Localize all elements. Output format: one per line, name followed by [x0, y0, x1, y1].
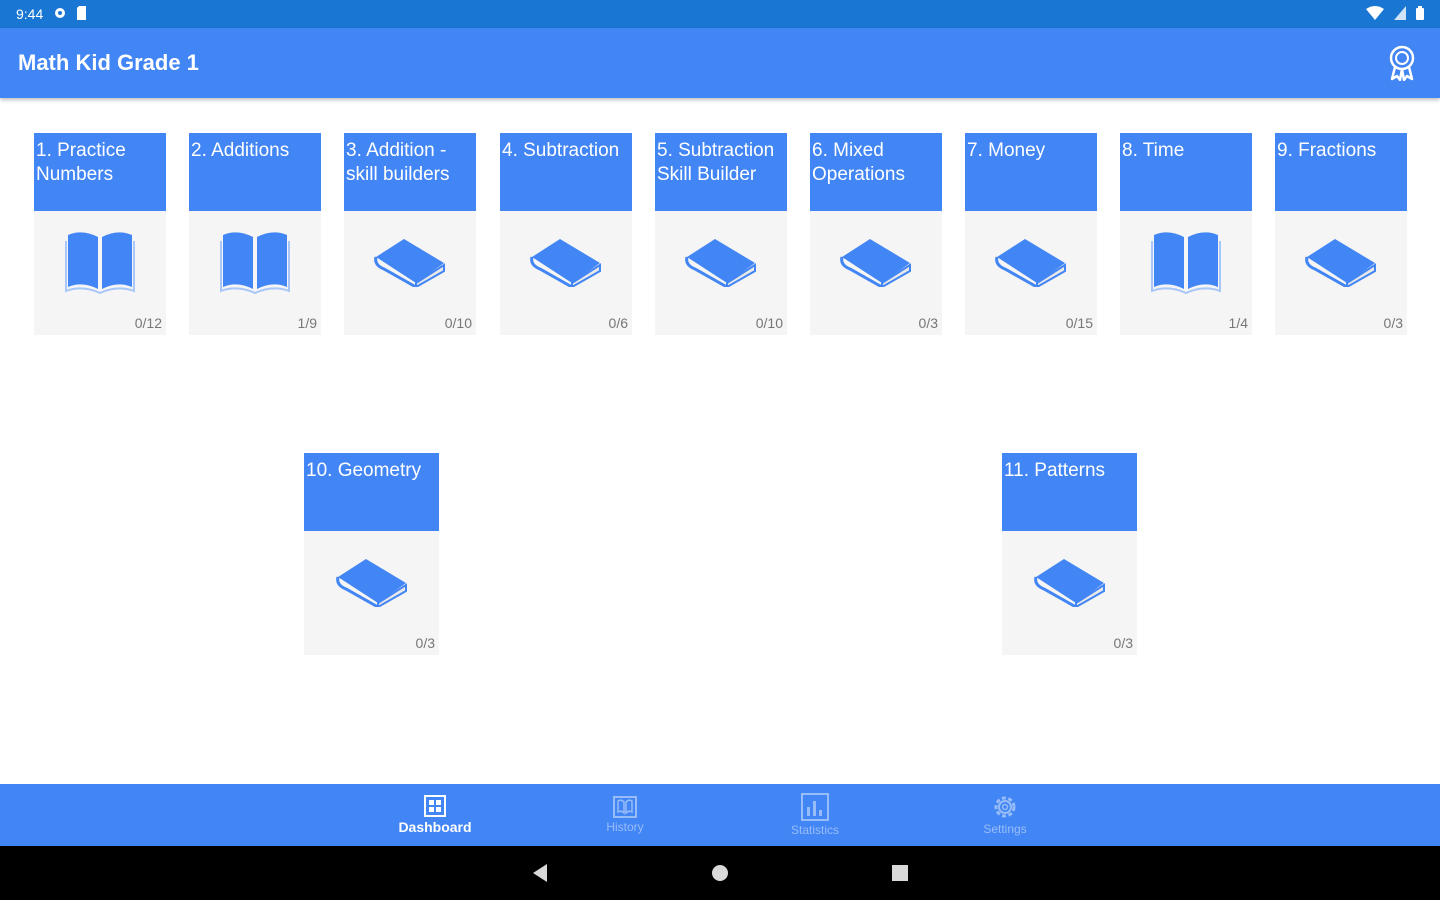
- topic-title: 11. Patterns: [1002, 453, 1137, 531]
- topic-title: 10. Geometry: [304, 453, 439, 531]
- topic-card[interactable]: 2. Additions 1/9: [189, 133, 321, 335]
- closed-book-icon: [530, 239, 601, 287]
- status-bar: 9:44: [0, 0, 1440, 28]
- award-icon: [1389, 45, 1415, 81]
- topic-progress: 1/9: [297, 315, 317, 331]
- topics-grid: 1. Practice Numbers 0/12 2. Additions 1/…: [0, 98, 1440, 784]
- topic-title: 9. Fractions: [1275, 133, 1407, 211]
- topic-title: 8. Time: [1120, 133, 1252, 211]
- open-book-icon: [220, 232, 290, 295]
- topic-card[interactable]: 8. Time 1/4: [1120, 133, 1252, 335]
- home-circle-icon: [712, 865, 728, 881]
- topic-title: 5. Subtraction Skill Builder: [655, 133, 787, 211]
- battery-icon: [1416, 5, 1424, 23]
- topic-progress: 0/3: [1383, 315, 1403, 331]
- achievements-button[interactable]: [1382, 43, 1422, 83]
- home-button[interactable]: [705, 858, 735, 888]
- statistics-icon: [801, 793, 829, 821]
- closed-book-icon: [685, 239, 756, 287]
- closed-book-icon: [840, 239, 911, 287]
- recents-square-icon: [892, 865, 908, 881]
- closed-book-icon: [374, 239, 445, 287]
- system-navigation-bar: [0, 846, 1440, 900]
- wifi-icon: [1366, 5, 1384, 23]
- status-time: 9:44: [16, 6, 44, 22]
- topic-progress: 0/12: [134, 315, 162, 331]
- app-bar: Math Kid Grade 1: [0, 28, 1440, 98]
- closed-book-icon: [995, 239, 1066, 287]
- nav-history[interactable]: History: [530, 784, 720, 846]
- open-book-icon: [65, 232, 135, 295]
- topic-progress: 0/3: [415, 635, 435, 651]
- topic-progress: 0/3: [1113, 635, 1133, 651]
- topic-title: 6. Mixed Operations: [810, 133, 942, 211]
- closed-book-icon: [1305, 239, 1376, 287]
- bottom-navigation: Dashboard History Statistics Settings: [0, 784, 1440, 846]
- cell-signal-icon: [1394, 5, 1406, 23]
- dashboard-icon: [424, 795, 446, 817]
- closed-book-icon: [335, 559, 407, 607]
- topic-progress: 0/6: [608, 315, 628, 331]
- sim-card-icon: [77, 5, 88, 23]
- topic-progress: 0/10: [444, 315, 472, 331]
- topic-card[interactable]: 6. Mixed Operations 0/3: [810, 133, 942, 335]
- nav-label: Statistics: [790, 823, 839, 837]
- topic-card[interactable]: 5. Subtraction Skill Builder 0/10: [655, 133, 787, 335]
- topic-card[interactable]: 9. Fractions 0/3: [1275, 133, 1407, 335]
- topic-progress: 1/4: [1228, 315, 1248, 331]
- nav-statistics[interactable]: Statistics: [720, 784, 910, 846]
- recents-button[interactable]: [885, 858, 915, 888]
- open-book-icon: [1151, 232, 1221, 295]
- nav-label: History: [606, 820, 644, 834]
- topic-card[interactable]: 3. Addition - skill builders 0/10: [344, 133, 476, 335]
- settings-status-icon: [53, 6, 67, 23]
- topic-title: 3. Addition - skill builders: [344, 133, 476, 211]
- topic-progress: 0/15: [1065, 315, 1093, 331]
- topic-title: 4. Subtraction: [500, 133, 632, 211]
- topic-title: 7. Money: [965, 133, 1097, 211]
- topic-progress: 0/10: [755, 315, 783, 331]
- topic-card[interactable]: 11. Patterns 0/3: [1002, 453, 1137, 655]
- nav-label: Settings: [983, 822, 1027, 836]
- back-triangle-icon: [533, 864, 547, 882]
- closed-book-icon: [1033, 559, 1105, 607]
- nav-settings[interactable]: Settings: [910, 784, 1100, 846]
- nav-dashboard[interactable]: Dashboard: [340, 784, 530, 846]
- topic-card[interactable]: 10. Geometry 0/3: [304, 453, 439, 655]
- back-button[interactable]: [525, 858, 555, 888]
- topic-card[interactable]: 1. Practice Numbers 0/12: [34, 133, 166, 335]
- history-icon: [613, 796, 637, 818]
- topic-progress: 0/3: [918, 315, 938, 331]
- topic-card[interactable]: 7. Money 0/15: [965, 133, 1097, 335]
- topic-title: 2. Additions: [189, 133, 321, 211]
- topic-card[interactable]: 4. Subtraction 0/6: [500, 133, 632, 335]
- nav-label: Dashboard: [398, 819, 472, 835]
- app-title: Math Kid Grade 1: [18, 50, 199, 75]
- topic-title: 1. Practice Numbers: [34, 133, 166, 211]
- settings-icon: [994, 796, 1016, 818]
